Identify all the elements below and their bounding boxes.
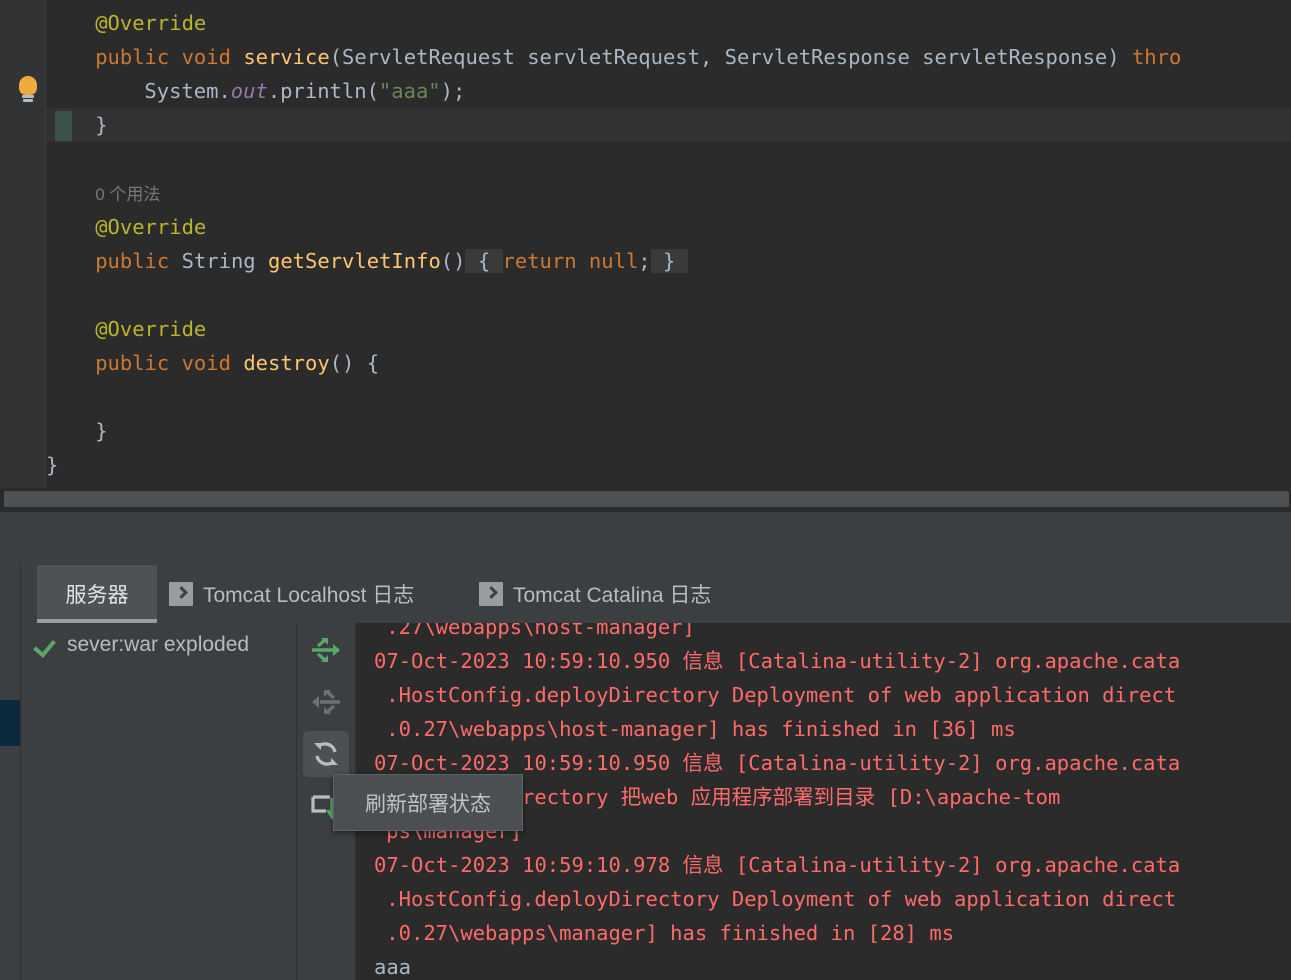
- code-token: public: [95, 249, 182, 273]
- code-token: out: [230, 79, 268, 103]
- tab-tomcat-localhost[interactable]: Tomcat Localhost 日志: [169, 565, 459, 623]
- tree-node-server-war-exploded[interactable]: sever:war exploded: [35, 633, 249, 657]
- services-tree[interactable]: sever:war exploded: [21, 623, 296, 980]
- code-line: }: [95, 108, 107, 142]
- tab-label: 服务器: [65, 584, 129, 607]
- deploy-arrow-icon: [312, 637, 340, 663]
- undeploy-button[interactable]: [303, 679, 349, 725]
- code-token: public: [95, 45, 182, 69]
- code-token: (ServletRequest servletRequest, ServletR…: [329, 45, 1132, 69]
- tool-window-rail: [0, 565, 20, 980]
- code-line: public void service(ServletRequest servl…: [95, 40, 1181, 74]
- console-line: 07-Oct-2023 10:59:10.978 信息 [Catalina-ut…: [374, 853, 1181, 877]
- editor-splitter-area[interactable]: [0, 510, 1291, 565]
- services-tool-window: 服务器 Tomcat Localhost 日志 Tomcat Catalina 日志…: [0, 565, 1291, 980]
- code-token: thro: [1131, 45, 1182, 69]
- console-line: .0.27\webapps\manager] has finished in […: [386, 921, 955, 945]
- code-line: public String getServletInfo() { return …: [95, 244, 688, 278]
- code-token: void: [181, 351, 244, 375]
- green-check-icon: [35, 634, 57, 656]
- code-token: }: [95, 419, 108, 443]
- folded-code-segment[interactable]: }: [650, 249, 688, 273]
- console-icon: [169, 582, 193, 606]
- console-line: .0.27\webapps\host-manager] has finished…: [386, 717, 1016, 741]
- code-token: }: [95, 113, 108, 137]
- console-line: 07-Oct-2023 10:59:10.950 信息 [Catalina-ut…: [374, 649, 1181, 673]
- code-token: destroy: [243, 351, 330, 375]
- code-token: () {: [329, 351, 380, 375]
- console-line: .HostConfig.deployDirectory Deployment o…: [386, 887, 1177, 911]
- code-editor[interactable]: @Override public void service(ServletRequ…: [0, 0, 1291, 488]
- console-line: aaa: [374, 955, 412, 979]
- code-line: @Override: [95, 6, 206, 40]
- tab-label: Tomcat Localhost 日志: [203, 584, 415, 607]
- code-token: }: [46, 453, 59, 477]
- code-line: System.out.println("aaa");: [144, 74, 465, 108]
- tooltip-text: 刷新部署状态: [365, 792, 491, 816]
- folded-code-segment[interactable]: {: [465, 249, 503, 273]
- deploy-button[interactable]: [303, 627, 349, 673]
- tab-tomcat-catalina[interactable]: Tomcat Catalina 日志: [479, 565, 759, 623]
- code-token: 0 个用法: [95, 185, 161, 204]
- code-token: service: [243, 45, 330, 69]
- code-line: 0 个用法: [95, 176, 160, 210]
- rail-tool-button[interactable]: [0, 700, 20, 746]
- editor-text[interactable]: @Override public void service(ServletRequ…: [46, 0, 1291, 488]
- tool-window-tabs: 服务器 Tomcat Localhost 日志 Tomcat Catalina 日志: [21, 565, 1291, 623]
- refresh-icon: [314, 742, 338, 766]
- tab-services[interactable]: 服务器: [37, 565, 157, 623]
- code-token: String: [181, 249, 268, 273]
- code-line: @Override: [95, 210, 206, 244]
- editor-hscrollbar-thumb[interactable]: [4, 491, 1289, 507]
- code-token: System.: [144, 79, 231, 103]
- editor-gutter[interactable]: [0, 0, 46, 488]
- code-line: @Override: [95, 312, 206, 346]
- code-token: .println(: [267, 79, 379, 103]
- code-token: @Override: [95, 11, 207, 35]
- code-token: void: [181, 45, 244, 69]
- console-line: .27\webapps\host-manager]: [386, 623, 695, 639]
- console-line: .HostConfig.deployDirectory Deployment o…: [386, 683, 1177, 707]
- code-token: @Override: [95, 317, 207, 341]
- splitter-divider: [0, 510, 1291, 512]
- refresh-tooltip: 刷新部署状态: [333, 774, 523, 831]
- code-token: (): [440, 249, 466, 273]
- undeploy-arrow-icon: [312, 689, 340, 715]
- code-line: }: [95, 414, 107, 448]
- refresh-button[interactable]: [303, 731, 349, 777]
- folded-code-body[interactable]: return null;: [503, 249, 651, 273]
- console-icon: [479, 582, 503, 606]
- code-line: public void destroy() {: [95, 346, 379, 380]
- tree-node-label: sever:war exploded: [67, 633, 250, 656]
- ide-window: @Override public void service(ServletRequ…: [0, 0, 1291, 980]
- code-token: getServletInfo: [268, 249, 441, 273]
- code-token: );: [440, 79, 466, 103]
- lightbulb-icon[interactable]: [16, 76, 40, 102]
- tab-label: Tomcat Catalina 日志: [513, 584, 712, 607]
- code-token: "aaa": [378, 79, 441, 103]
- code-line: }: [46, 448, 58, 482]
- code-token: @Override: [95, 215, 207, 239]
- code-token: public: [95, 351, 182, 375]
